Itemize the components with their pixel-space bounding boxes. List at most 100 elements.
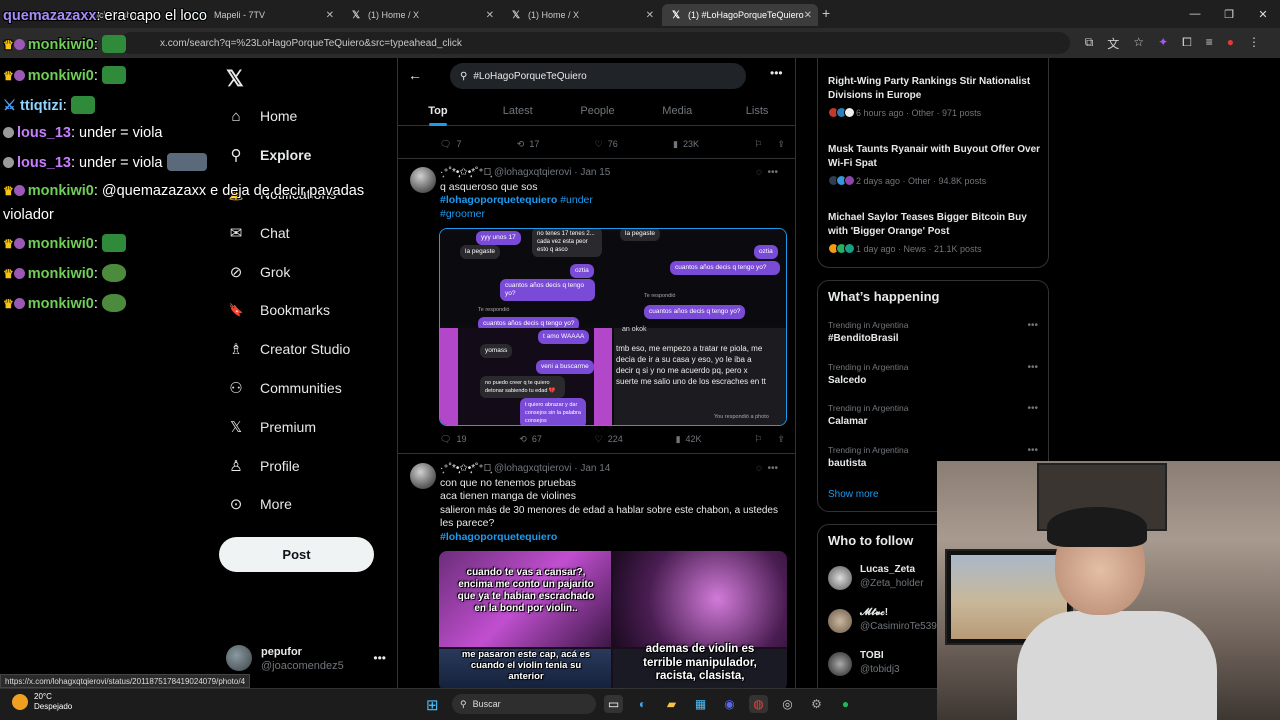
- views-button[interactable]: ▮ 23K: [673, 137, 699, 151]
- menu-icon[interactable]: ≡: [1206, 35, 1213, 52]
- translate-icon[interactable]: 文: [1107, 35, 1119, 52]
- media-panel[interactable]: yyy unos 17 no tenes 17 tenes 2... cada …: [440, 229, 612, 331]
- close-window-icon[interactable]: ✕: [1246, 0, 1280, 28]
- sidebar-item-creator-studio[interactable]: ♗ Creator Studio: [222, 330, 402, 369]
- media-panel[interactable]: t amo WAAAA yomass veni a buscarme no pu…: [440, 328, 612, 425]
- media-panel[interactable]: [613, 551, 787, 647]
- media-panel[interactable]: la pegaste oztia cuantos años decis q te…: [614, 229, 786, 326]
- share-icon[interactable]: ⇪: [777, 434, 785, 445]
- chat-username: lous_13: [17, 155, 71, 171]
- tab-lists[interactable]: Lists: [717, 98, 795, 125]
- sidebar-item-communities[interactable]: ⚇ Communities: [222, 369, 402, 408]
- follow-suggestion[interactable]: Lucas_Zeta @Zeta_holder: [828, 564, 938, 594]
- tweet-media-grid[interactable]: yyy unos 17 no tenes 17 tenes 2... cada …: [439, 228, 787, 426]
- repost-button[interactable]: ⟲ 17: [517, 137, 540, 151]
- close-icon[interactable]: ✕: [486, 10, 494, 21]
- tweet-author[interactable]: ·͙⁺˚*•̩̩͙✩•̩̩͙*˚⁺‧͙: [440, 463, 491, 474]
- views-button[interactable]: ▮ 42K: [676, 432, 702, 446]
- ellipsis-icon[interactable]: •••: [1027, 320, 1038, 331]
- maximize-icon[interactable]: ❐: [1212, 0, 1246, 28]
- trend-item[interactable]: Trending in Argentina Salcedo •••: [828, 362, 1038, 386]
- browser-tab-home-2[interactable]: 𝕏 (1) Home / X ✕: [502, 4, 660, 26]
- tab-media[interactable]: Media: [637, 98, 717, 125]
- account-switcher[interactable]: pepufor @joacomendez5 •••: [226, 643, 386, 673]
- tweet-media-grid[interactable]: cuando te vas a cansar?, encima me conto…: [439, 551, 787, 691]
- discord-icon[interactable]: ◉: [720, 695, 739, 713]
- taskbar-search[interactable]: ⚲ Buscar: [452, 694, 596, 714]
- url-field[interactable]: x.com/search?q=%23LoHagoPorqueTeQuiero&s…: [120, 32, 1070, 54]
- sidebar-item-bookmarks[interactable]: 🔖 Bookmarks: [222, 291, 402, 330]
- follow-suggestion[interactable]: 𝓜𝓽𝓿𝓬! @CasimiroTe539: [828, 607, 938, 637]
- ellipsis-icon[interactable]: •••: [770, 66, 783, 80]
- follow-suggestion[interactable]: TOBI @tobidj3: [828, 650, 938, 680]
- tab-people[interactable]: People: [558, 98, 638, 125]
- tab-latest[interactable]: Latest: [478, 98, 558, 125]
- sidebar-item-home[interactable]: ⌂ Home: [222, 97, 402, 136]
- share-icon[interactable]: ⇪: [777, 139, 785, 150]
- puzzle-icon[interactable]: ⧠: [1182, 35, 1192, 52]
- chrome-icon[interactable]: ◍: [749, 695, 768, 713]
- avatar[interactable]: [410, 167, 436, 193]
- cast-icon[interactable]: ⧉: [1085, 35, 1094, 52]
- sidebar-item-profile[interactable]: ♙ Profile: [222, 446, 402, 485]
- post-button[interactable]: Post: [219, 537, 374, 572]
- hashtag-link[interactable]: #lohagoporquetequiero: [440, 531, 557, 543]
- search-input[interactable]: ⚲ #LoHagoPorqueTeQuiero: [450, 63, 746, 89]
- browser-tab-search[interactable]: 𝕏 (1) #LoHagoPorqueTeQuiero - S ✕: [662, 4, 818, 26]
- tab-top[interactable]: Top: [398, 98, 478, 126]
- sun-icon: [12, 694, 28, 710]
- hashtag-link[interactable]: #lohagoporquetequiero: [440, 194, 557, 206]
- tweet-author[interactable]: ·͙⁺˚*•̩̩͙✩•̩̩͙*˚⁺‧͙: [440, 167, 491, 178]
- ellipsis-icon[interactable]: •••: [1027, 403, 1038, 414]
- settings-icon[interactable]: ⚙: [807, 695, 826, 713]
- ellipsis-icon[interactable]: •••: [1027, 362, 1038, 373]
- repost-button[interactable]: ⟲ 67: [519, 432, 542, 446]
- grok-analyze-icon[interactable]: ◌ •••: [756, 463, 778, 474]
- bookmark-button[interactable]: ⚐ ⇪: [754, 137, 785, 151]
- edge-icon[interactable]: ◐: [633, 695, 652, 713]
- sidebar-item-premium[interactable]: 𝕏 Premium: [222, 407, 402, 446]
- show-more-link[interactable]: Show more: [828, 489, 879, 500]
- hashtag-link[interactable]: #groomer: [440, 208, 485, 220]
- trend-item[interactable]: Trending in Argentina Calamar •••: [828, 403, 1038, 427]
- windows-start-icon[interactable]: ⊞: [426, 696, 439, 714]
- bookmark-button[interactable]: ⚐ ⇪: [754, 432, 785, 446]
- tweet-date[interactable]: Jan 15: [580, 167, 610, 178]
- new-tab-button[interactable]: +: [822, 5, 830, 21]
- close-icon[interactable]: ✕: [804, 10, 812, 21]
- like-button[interactable]: ♡ 76: [595, 137, 618, 151]
- sidebar-item-grok[interactable]: ⊘ Grok: [222, 252, 402, 291]
- store-icon[interactable]: ▦: [691, 695, 710, 713]
- weather-widget[interactable]: 20°C Despejado: [12, 692, 72, 712]
- sidebar-item-explore[interactable]: ⚲ Explore: [222, 136, 402, 175]
- tweet-handle[interactable]: @lohagxqtqierovi: [494, 167, 571, 178]
- folder-icon[interactable]: ▰: [662, 695, 681, 713]
- task-view-icon[interactable]: ▭: [604, 695, 623, 713]
- hashtag-link[interactable]: #under: [560, 194, 593, 206]
- browser-tab-home-1[interactable]: 𝕏 (1) Home / X ✕: [342, 4, 500, 26]
- like-button[interactable]: ♡ 224: [595, 432, 623, 446]
- tweet-date[interactable]: Jan 14: [580, 463, 610, 474]
- minimize-icon[interactable]: —: [1178, 0, 1212, 28]
- profile-avatar-icon[interactable]: ●: [1227, 35, 1234, 52]
- browser-tab-7tv[interactable]: 7 Mapeli - 7TV ✕: [188, 4, 340, 26]
- avatar[interactable]: [410, 463, 436, 489]
- trend-item[interactable]: Trending in Argentina #BenditoBrasil •••: [828, 320, 1038, 344]
- reply-button[interactable]: 🗨 19: [440, 432, 466, 446]
- x-logo[interactable]: 𝕏: [226, 66, 244, 92]
- sidebar-item-chat[interactable]: ✉ Chat: [222, 213, 402, 252]
- star-icon[interactable]: ☆: [1133, 35, 1144, 52]
- extension-icon[interactable]: ✦: [1158, 35, 1168, 52]
- tweet-handle[interactable]: @lohagxqtqierovi: [494, 463, 571, 474]
- ellipsis-icon[interactable]: •••: [373, 651, 386, 665]
- kebab-icon[interactable]: ⋮: [1248, 35, 1260, 52]
- back-arrow-icon[interactable]: ←: [408, 67, 422, 83]
- grok-analyze-icon[interactable]: ◌ •••: [756, 167, 778, 178]
- spotify-icon[interactable]: ●: [836, 695, 855, 713]
- close-icon[interactable]: ✕: [326, 10, 334, 21]
- obs-icon[interactable]: ◎: [778, 695, 797, 713]
- reply-button[interactable]: 🗨 7: [440, 137, 461, 151]
- ellipsis-icon[interactable]: •••: [1027, 445, 1038, 456]
- close-icon[interactable]: ✕: [646, 10, 654, 21]
- sidebar-item-more[interactable]: ⊙ More: [222, 485, 402, 524]
